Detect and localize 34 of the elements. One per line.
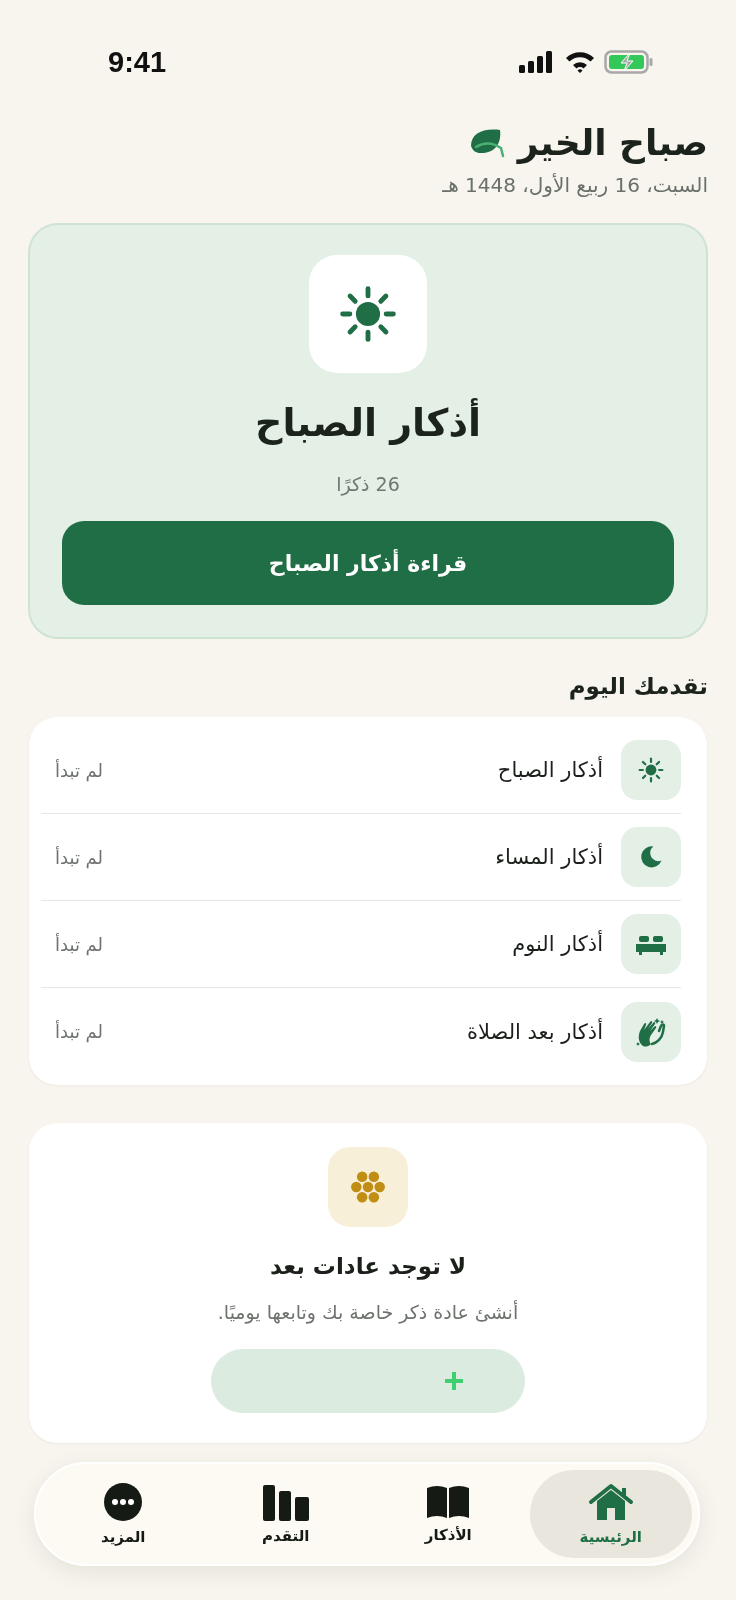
list-item[interactable]: أذكار النوم لم تبدأ — [41, 901, 681, 988]
status-text: لم تبدأ — [55, 846, 104, 868]
item-title: أذكار الصباح — [496, 758, 603, 782]
read-button[interactable]: قراءة أذكار الصباح — [62, 521, 674, 605]
home-icon — [586, 1482, 635, 1522]
bar-chart-icon — [260, 1483, 311, 1521]
item-title: أذكار بعد الصلاة — [465, 1019, 603, 1044]
battery-icon — [604, 49, 654, 75]
more-icon — [103, 1482, 144, 1522]
sun-icon — [339, 285, 397, 343]
wifi-icon — [564, 50, 596, 74]
greeting-title: صباح الخير — [517, 122, 708, 163]
list-item[interactable]: أذكار بعد الصلاة لم تبدأ — [41, 988, 681, 1075]
empty-text: أنشئ عادة ذكر خاصة بك وتابعها يوميًا. — [217, 1301, 519, 1323]
item-title: أذكار النوم — [511, 932, 603, 956]
tab[interactable]: المزيد — [42, 1470, 205, 1558]
tab[interactable]: الرئيسية — [529, 1470, 692, 1558]
date-text: السبت، 16 ربيع الأول، 1448 هـ — [441, 173, 708, 197]
list-item[interactable]: أذكار الصباح لم تبدأ — [41, 727, 681, 814]
status-text: لم تبدأ — [55, 933, 104, 955]
dots-icon — [349, 1170, 387, 1204]
status-text: لم تبدأ — [55, 759, 104, 781]
section-heading: تقدمك اليوم — [567, 673, 708, 699]
list-item[interactable]: أذكار المساء لم تبدأ — [41, 814, 681, 901]
tab[interactable]: التقدم — [204, 1470, 367, 1558]
plus-icon — [443, 1370, 465, 1392]
count-text: 26 ذكرًا — [336, 473, 400, 495]
status-text: لم تبدأ — [55, 1021, 104, 1042]
item-title: أذكار المساء — [494, 845, 603, 869]
empty-title: لا توجد عادات بعد — [269, 1253, 467, 1279]
book-icon — [425, 1484, 472, 1520]
sun-icon — [638, 757, 664, 783]
clock-time: 9:41 — [108, 45, 167, 79]
tab[interactable]: الأذكار — [367, 1470, 530, 1558]
